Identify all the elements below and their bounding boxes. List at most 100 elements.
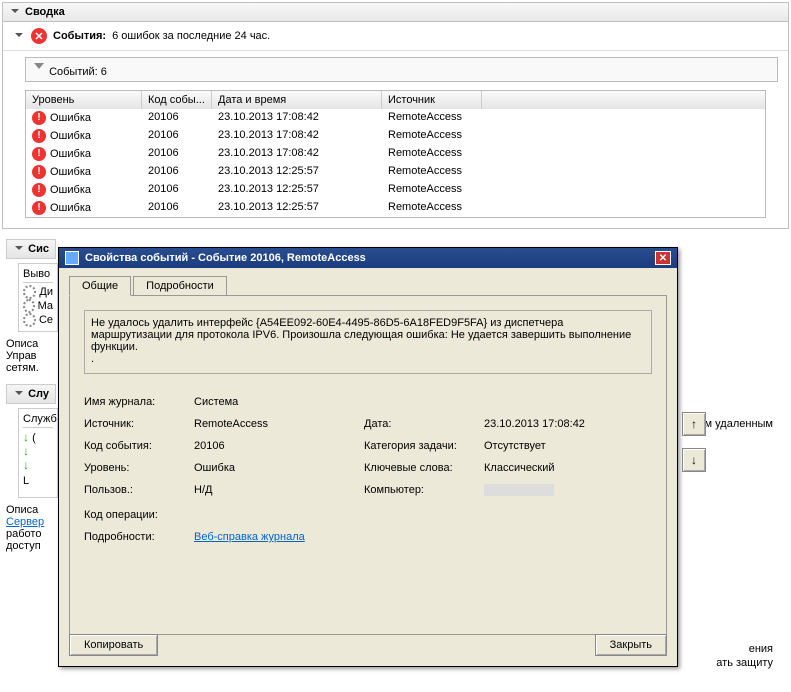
grid-header: Уровень Код собы... Дата и время Источни… <box>26 91 765 109</box>
copy-button[interactable]: Копировать <box>69 634 158 656</box>
table-row[interactable]: !Ошибка2010623.10.2013 17:08:42RemoteAcc… <box>26 109 765 127</box>
date-label: Дата: <box>364 418 484 430</box>
cell-level: Ошибка <box>50 148 91 160</box>
cell-code: 20106 <box>142 146 212 162</box>
table-row[interactable]: !Ошибка2010623.10.2013 12:25:57RemoteAcc… <box>26 181 765 199</box>
field-grid: Имя журнала: Система Источник: RemoteAcc… <box>84 396 652 543</box>
trunc1: им удаленным <box>698 418 773 430</box>
source-label: Источник: <box>84 418 194 430</box>
tabs: Общие Подробности <box>59 268 677 295</box>
vyvo-box: Выво Ди Ма Се <box>18 263 58 332</box>
dialog-titlebar[interactable]: Свойства событий - Событие 20106, Remote… <box>59 248 677 268</box>
cell-date: 23.10.2013 17:08:42 <box>212 110 382 126</box>
table-row[interactable]: !Ошибка2010623.10.2013 17:08:42RemoteAcc… <box>26 127 765 145</box>
keywords-value: Классический <box>484 462 644 474</box>
prev-event-button[interactable]: ↑ <box>682 412 706 436</box>
error-icon: ! <box>32 147 46 161</box>
arrow-down-icon: ↓ <box>23 458 29 472</box>
error-icon: ! <box>32 111 46 125</box>
section-slu: Слу <box>6 384 56 404</box>
log-name-value: Система <box>194 396 364 408</box>
cell-source: RemoteAccess <box>382 128 482 144</box>
level-label: Уровень: <box>84 462 194 474</box>
code-value: 20106 <box>194 440 364 452</box>
user-value: Н/Д <box>194 484 364 499</box>
cell-level: Ошибка <box>50 184 91 196</box>
cell-date: 23.10.2013 12:25:57 <box>212 200 382 216</box>
opcode-label: Код операции: <box>84 509 194 521</box>
section-sis: Сис <box>6 239 56 259</box>
user-label: Пользов.: <box>84 484 194 499</box>
cell-source: RemoteAccess <box>382 164 482 180</box>
tab-details[interactable]: Подробности <box>133 276 227 295</box>
trunc3: ать защиту <box>716 657 773 669</box>
events-label: События: <box>53 30 106 42</box>
event-message: Не удалось удалить интерфейс {A54EE092-6… <box>84 310 652 374</box>
gear-icon <box>23 299 35 313</box>
error-icon: ✕ <box>31 28 47 44</box>
summary-panel: Сводка ✕ События: 6 ошибок за последние … <box>2 2 789 229</box>
dialog-icon <box>65 251 79 265</box>
gear-icon <box>23 313 36 327</box>
cell-level: Ошибка <box>50 166 91 178</box>
filter-icon[interactable] <box>32 61 46 75</box>
next-event-button[interactable]: ↓ <box>682 448 706 472</box>
log-name-label: Имя журнала: <box>84 396 194 408</box>
cell-date: 23.10.2013 17:08:42 <box>212 146 382 162</box>
col-code[interactable]: Код собы... <box>142 91 212 109</box>
summary-header: Сводка <box>3 3 788 22</box>
trunc2: ения <box>749 643 773 655</box>
events-count-n: 6 <box>101 66 107 78</box>
col-source[interactable]: Источник <box>382 91 482 109</box>
cell-source: RemoteAccess <box>382 182 482 198</box>
gear-icon <box>23 285 36 299</box>
arrow-down-icon: ↓ <box>23 430 29 444</box>
web-help-link[interactable]: Веб-справка журнала <box>194 531 305 543</box>
close-icon[interactable]: ✕ <box>655 251 671 265</box>
cell-source: RemoteAccess <box>382 110 482 126</box>
cell-level: Ошибка <box>50 112 91 124</box>
cell-source: RemoteAccess <box>382 200 482 216</box>
summary-title: Сводка <box>25 6 65 18</box>
taskcat-value: Отсутствует <box>484 440 644 452</box>
computer-label: Компьютер: <box>364 484 484 499</box>
computer-value <box>484 484 644 499</box>
collapse-icon[interactable] <box>13 30 25 42</box>
cell-code: 20106 <box>142 182 212 198</box>
events-text: 6 ошибок за последние 24 час. <box>112 30 270 42</box>
events-grid: Уровень Код собы... Дата и время Источни… <box>25 90 766 218</box>
sluzhb-box: Служб ↓ ( ↓ ↓ L <box>18 408 58 498</box>
close-button[interactable]: Закрыть <box>595 634 667 656</box>
table-row[interactable]: ! Ошибка 2010623.10.2013 12:25:57RemoteAcc… <box>26 199 765 217</box>
cell-level: Ошибка <box>50 130 91 142</box>
col-level[interactable]: Уровень <box>26 91 142 109</box>
level-value: Ошибка <box>194 462 364 474</box>
error-icon: ! <box>32 165 46 179</box>
event-properties-dialog: Свойства событий - Событие 20106, Remote… <box>58 247 678 667</box>
collapse-icon[interactable] <box>13 243 24 255</box>
tab-general[interactable]: Общие <box>69 276 131 296</box>
dialog-title-text: Свойства событий - Событие 20106, Remote… <box>85 252 366 264</box>
cell-code: 20106 <box>142 200 212 216</box>
cell-date: 23.10.2013 12:25:57 <box>212 164 382 180</box>
keywords-label: Ключевые слова: <box>364 462 484 474</box>
cell-code: 20106 <box>142 128 212 144</box>
server-link[interactable]: Сервер <box>6 516 44 528</box>
cell-code: 20106 <box>142 164 212 180</box>
collapse-icon[interactable] <box>9 6 21 18</box>
col-date[interactable]: Дата и время <box>212 91 382 109</box>
cell-level: Ошибка <box>50 202 91 214</box>
dialog-buttons: Копировать Закрыть <box>69 634 667 656</box>
table-row[interactable]: ! Ошибка 2010623.10.2013 17:08:42RemoteAcc… <box>26 145 765 163</box>
date-value: 23.10.2013 17:08:42 <box>484 418 644 430</box>
error-icon: ! <box>32 201 46 215</box>
cell-date: 23.10.2013 12:25:57 <box>212 182 382 198</box>
table-row[interactable]: ! Ошибка 2010623.10.2013 12:25:57RemoteAcc… <box>26 163 765 181</box>
taskcat-label: Категория задачи: <box>364 440 484 452</box>
details-label: Подробности: <box>84 531 194 543</box>
tab-content: Не удалось удалить интерфейс {A54EE092-6… <box>69 295 667 635</box>
events-bar: ✕ События: 6 ошибок за последние 24 час. <box>3 22 788 51</box>
cell-source: RemoteAccess <box>382 146 482 162</box>
arrow-down-icon: ↓ <box>23 444 29 458</box>
collapse-icon[interactable] <box>13 388 24 400</box>
